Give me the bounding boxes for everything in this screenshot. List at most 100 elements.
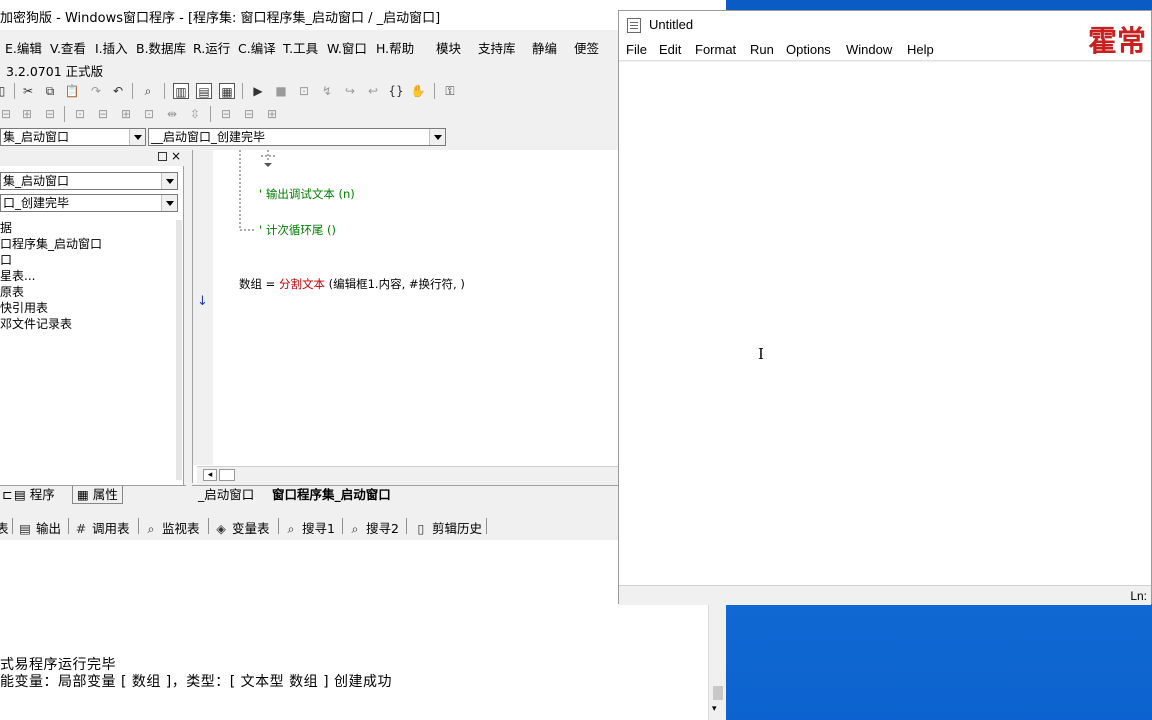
menu-view[interactable]: V.查看 xyxy=(50,38,86,57)
menu-run[interactable]: Run xyxy=(750,42,774,57)
layout-1-icon[interactable]: ▥ xyxy=(173,83,189,99)
paste-icon[interactable]: 📋 xyxy=(64,83,80,99)
scroll-thumb[interactable] xyxy=(713,686,723,700)
menu-tools[interactable]: T.工具 xyxy=(283,38,318,57)
center-both-icon[interactable]: ⊞ xyxy=(264,106,280,122)
code-line-split-text[interactable]: 数组 = 分割文本 (编辑框1.内容, #换行符, ) xyxy=(239,276,465,292)
space-h-icon[interactable]: ⇹ xyxy=(164,106,180,122)
key-icon[interactable]: ⚿ xyxy=(442,83,458,99)
scroll-left-icon[interactable]: ◂ xyxy=(203,469,217,481)
step-over-icon[interactable]: ↪ xyxy=(342,83,358,99)
menu-module[interactable]: 模块 xyxy=(436,38,461,57)
redo-icon[interactable]: ↷ xyxy=(88,83,104,99)
scroll-down-icon[interactable]: ▾ xyxy=(712,704,717,714)
project-tree: 据 口程序集_启动窗口 口 星表... 原表 快引用表 邓文件记录表 xyxy=(0,220,178,332)
code-editor[interactable]: ↓ ' 输出调试文本 (n) ' 计次循环尾 () 数组 = 分割文本 (编辑框… xyxy=(192,150,623,483)
tree-item[interactable]: 口程序集_启动窗口 xyxy=(0,236,178,252)
chevron-down-icon[interactable] xyxy=(429,129,445,145)
hand-icon[interactable]: ✋ xyxy=(410,83,426,99)
tab-variables[interactable]: ◈ 变量表 xyxy=(214,518,269,537)
menu-format[interactable]: Format xyxy=(695,42,736,57)
tab-output[interactable]: ▤ 输出 xyxy=(18,518,61,537)
align-center-icon[interactable]: ⊞ xyxy=(19,106,35,122)
layout-2-icon[interactable]: ▤ xyxy=(196,83,212,99)
menu-compile[interactable]: C.编译 xyxy=(238,38,276,57)
tab-watch[interactable]: ⌕ 监视表 xyxy=(144,518,199,537)
watermark-text: 霍常 xyxy=(1088,24,1147,58)
tree-item[interactable]: 原表 xyxy=(0,284,178,300)
tab-properties-label: 属性 xyxy=(92,487,118,502)
menu-insert[interactable]: I.插入 xyxy=(95,38,128,57)
menu-window[interactable]: W.窗口 xyxy=(327,38,367,57)
tree-item[interactable]: 邓文件记录表 xyxy=(0,316,178,332)
editor-menu-bar: File Edit Format Run Options Window Help xyxy=(619,39,1151,61)
chevron-down-icon[interactable] xyxy=(129,129,145,145)
close-icon[interactable]: × xyxy=(171,149,181,163)
panel-assembly-combo[interactable]: 集_启动窗口 xyxy=(0,172,178,190)
code-line-debug-output[interactable]: ' 输出调试文本 (n) xyxy=(259,186,355,202)
tree-item[interactable]: 据 xyxy=(0,220,178,236)
restore-icon[interactable] xyxy=(158,152,167,161)
tab-search-2[interactable]: ⌕ 搜寻2 xyxy=(348,518,398,537)
tab-clip-history[interactable]: ▯ 剪辑历史 xyxy=(414,518,482,537)
code-line-loop-end[interactable]: ' 计次循环尾 () xyxy=(259,222,336,238)
menu-static-compile[interactable]: 静编 xyxy=(532,38,557,57)
tab-tail-label[interactable]: 表 xyxy=(0,518,9,537)
menu-notes[interactable]: 便签 xyxy=(574,38,599,57)
step-out-icon[interactable]: ↩ xyxy=(365,83,381,99)
run-icon[interactable]: ▶ xyxy=(250,83,266,99)
subroutine-combo[interactable]: __启动窗口_创建完毕 xyxy=(148,128,446,146)
tab-properties[interactable]: ▦ 属性 xyxy=(72,486,123,504)
align-middle-icon[interactable]: ⊟ xyxy=(95,106,111,122)
braces-icon[interactable]: {} xyxy=(388,83,404,99)
align-right-icon[interactable]: ⊟ xyxy=(42,106,58,122)
undo-icon[interactable]: ↶ xyxy=(110,83,126,99)
tab-call-stack[interactable]: # 调用表 xyxy=(74,518,130,537)
menu-run[interactable]: R.运行 xyxy=(193,38,230,57)
project-tree-scrollbar[interactable] xyxy=(176,220,182,480)
align-bottom-icon[interactable]: ⊞ xyxy=(118,106,134,122)
menu-help[interactable]: Help xyxy=(907,42,934,57)
scroll-thumb[interactable] xyxy=(219,469,235,481)
menu-window[interactable]: Window xyxy=(846,42,892,57)
document-icon xyxy=(627,18,641,33)
editor-text-area[interactable]: I xyxy=(619,62,1151,585)
layout-3-icon[interactable]: ▦ xyxy=(219,83,235,99)
tab-search-1[interactable]: ⌕ 搜寻1 xyxy=(284,518,334,537)
chevron-down-icon[interactable] xyxy=(161,173,177,189)
open-icon[interactable]: ▯ xyxy=(0,83,10,99)
step-into-icon[interactable]: ↯ xyxy=(319,83,335,99)
same-width-icon[interactable]: ⊡ xyxy=(141,106,157,122)
tree-item[interactable]: 星表... xyxy=(0,268,178,284)
tree-item[interactable]: 快引用表 xyxy=(0,300,178,316)
center-h-icon[interactable]: ⊟ xyxy=(218,106,234,122)
stop-icon[interactable]: ■ xyxy=(273,83,289,99)
align-top-icon[interactable]: ⊡ xyxy=(72,106,88,122)
center-v-icon[interactable]: ⊟ xyxy=(241,106,257,122)
menu-options[interactable]: Options xyxy=(786,42,831,57)
chevron-down-icon[interactable] xyxy=(161,195,177,211)
tab-window-assembly[interactable]: 窗口程序集_启动窗口 xyxy=(272,486,391,504)
menu-database[interactable]: B.数据库 xyxy=(136,38,186,57)
editor-title-bar[interactable]: Untitled xyxy=(619,11,1151,39)
grid-icon: # xyxy=(75,521,87,536)
menu-edit[interactable]: E.编辑 xyxy=(5,38,42,57)
tab-program[interactable]: ▤ 程序 xyxy=(14,486,55,504)
tab-support-lib-icon[interactable]: ⊏ xyxy=(2,486,12,504)
assembly-combo[interactable]: 集_启动窗口 xyxy=(0,128,146,146)
cut-icon[interactable]: ✂ xyxy=(20,83,36,99)
tree-item[interactable]: 口 xyxy=(0,252,178,268)
debug-icon[interactable]: ⊡ xyxy=(296,83,312,99)
panel-subroutine-combo[interactable]: 口_创建完毕 xyxy=(0,194,178,212)
menu-support-lib[interactable]: 支持库 xyxy=(478,38,516,57)
space-v-icon[interactable]: ⇳ xyxy=(187,106,203,122)
copy-icon[interactable]: ⧉ xyxy=(42,83,58,99)
menu-edit[interactable]: Edit xyxy=(659,42,681,57)
editor-hscrollbar[interactable]: ◂ xyxy=(197,466,623,483)
editor-title: Untitled xyxy=(649,17,694,32)
tab-start-window[interactable]: _启动窗口 xyxy=(198,486,254,504)
menu-help[interactable]: H.帮助 xyxy=(376,38,414,57)
menu-file[interactable]: File xyxy=(626,42,647,57)
find-icon[interactable]: ⌕ xyxy=(140,83,156,99)
align-left-icon[interactable]: ⊟ xyxy=(0,106,14,122)
